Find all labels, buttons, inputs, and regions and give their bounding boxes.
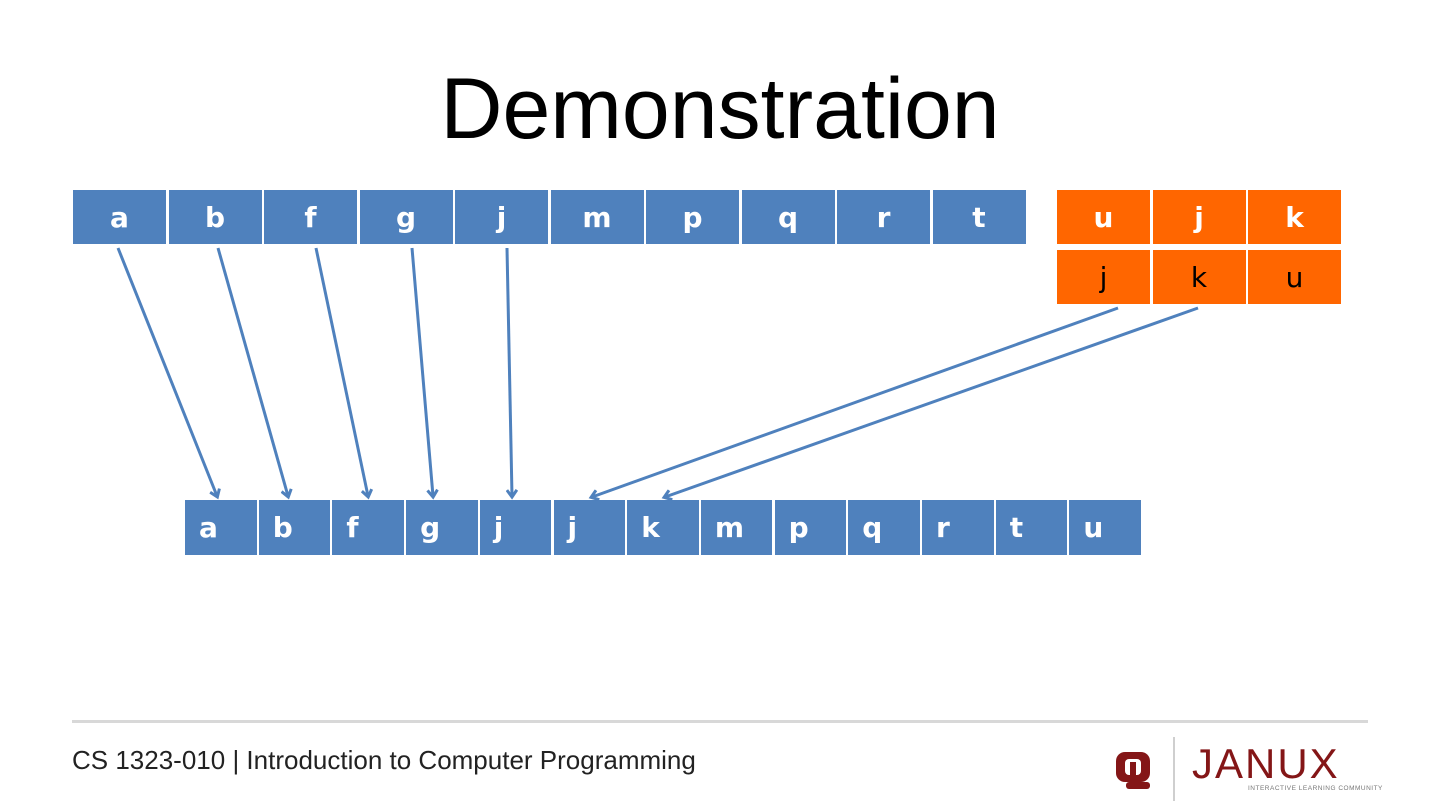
arrow-orange-k <box>665 306 1199 497</box>
janux-tagline: INTERACTIVE LEARNING COMMUNITY <box>1248 785 1383 792</box>
footer-divider <box>72 720 1368 723</box>
arrow-f <box>314 247 368 496</box>
logo-separator <box>1173 737 1175 801</box>
merge-arrows <box>116 247 1199 810</box>
arrow-a <box>116 247 217 496</box>
arrow-j <box>505 247 512 496</box>
ou-logo-icon <box>1116 752 1150 789</box>
arrow-orange-j <box>592 306 1119 497</box>
arrow-g <box>410 247 433 496</box>
janux-logo: JANUX <box>1192 740 1340 787</box>
footer-course-label: CS 1323-010 | Introduction to Computer P… <box>72 745 696 775</box>
arrow-b <box>216 247 288 496</box>
